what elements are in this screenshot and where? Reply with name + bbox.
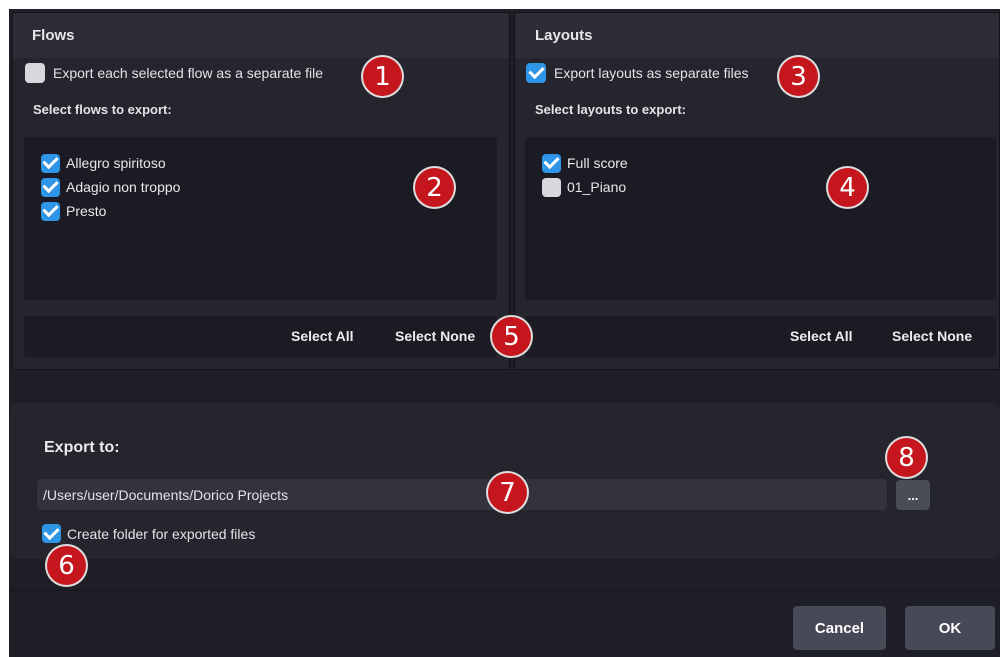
layout-item-label: 01_Piano xyxy=(567,179,627,195)
export-to-label: Export to: xyxy=(44,439,120,456)
flows-select-all-button[interactable]: Select All xyxy=(291,328,354,344)
checkbox-checked-icon xyxy=(526,63,546,83)
callout-1: 1 xyxy=(363,57,402,96)
layout-item-full-score[interactable]: Full score xyxy=(542,151,628,175)
checkbox-checked-icon xyxy=(41,153,60,173)
callout-4: 4 xyxy=(828,168,867,207)
export-path-field[interactable]: /Users/user/Documents/Dorico Projects xyxy=(37,479,887,510)
checkbox-checked-icon xyxy=(42,524,61,543)
layouts-button-bar: Select All Select None xyxy=(525,316,996,357)
select-layouts-label: Select layouts to export: xyxy=(535,102,686,117)
callout-3: 3 xyxy=(779,57,818,96)
checkbox-checked-icon xyxy=(542,153,561,173)
callout-6: 6 xyxy=(47,546,86,585)
callout-8: 8 xyxy=(887,438,926,477)
callout-5: 5 xyxy=(492,317,531,356)
layout-item-01-piano[interactable]: 01_Piano xyxy=(542,175,628,199)
checkbox-unchecked-icon xyxy=(542,177,561,197)
export-layouts-separately-label: Export layouts as separate files xyxy=(554,65,749,81)
flow-item-label: Allegro spiritoso xyxy=(66,155,166,171)
export-flows-separately-label: Export each selected flow as a separate … xyxy=(53,65,324,81)
export-path-value: /Users/user/Documents/Dorico Projects xyxy=(43,486,289,503)
layouts-select-all-button[interactable]: Select All xyxy=(790,328,853,344)
flows-select-none-button[interactable]: Select None xyxy=(395,328,475,344)
flow-item-adagio-non-troppo[interactable]: Adagio non troppo xyxy=(41,175,180,199)
ok-button[interactable]: OK xyxy=(905,606,995,650)
checkbox-unchecked-icon xyxy=(25,63,45,83)
flows-panel-title: Flows xyxy=(13,13,509,58)
browse-button[interactable]: ... xyxy=(896,480,930,510)
flow-item-allegro-spiritoso[interactable]: Allegro spiritoso xyxy=(41,151,180,175)
export-flows-separately-checkbox[interactable]: Export each selected flow as a separate … xyxy=(25,63,323,83)
flow-item-label: Presto xyxy=(66,203,107,219)
callout-7: 7 xyxy=(488,473,527,512)
layouts-panel-title: Layouts xyxy=(515,13,999,58)
flow-item-presto[interactable]: Presto xyxy=(41,199,180,223)
layouts-select-none-button[interactable]: Select None xyxy=(892,328,972,344)
select-flows-label: Select flows to export: xyxy=(33,102,172,117)
checkbox-checked-icon xyxy=(41,201,60,221)
footer-divider xyxy=(9,590,1000,591)
layout-item-label: Full score xyxy=(567,155,628,171)
create-folder-label: Create folder for exported files xyxy=(67,525,256,542)
export-layouts-separately-checkbox[interactable]: Export layouts as separate files xyxy=(526,63,749,83)
checkbox-checked-icon xyxy=(41,177,60,197)
flows-list: Allegro spiritoso Adagio non troppo Pres… xyxy=(24,137,497,300)
flows-button-bar: Select All Select None xyxy=(24,316,497,357)
create-folder-checkbox[interactable]: Create folder for exported files xyxy=(42,524,255,543)
layouts-list: Full score 01_Piano xyxy=(525,137,996,300)
callout-2: 2 xyxy=(415,168,454,207)
cancel-button[interactable]: Cancel xyxy=(793,606,886,650)
flow-item-label: Adagio non troppo xyxy=(66,179,181,195)
